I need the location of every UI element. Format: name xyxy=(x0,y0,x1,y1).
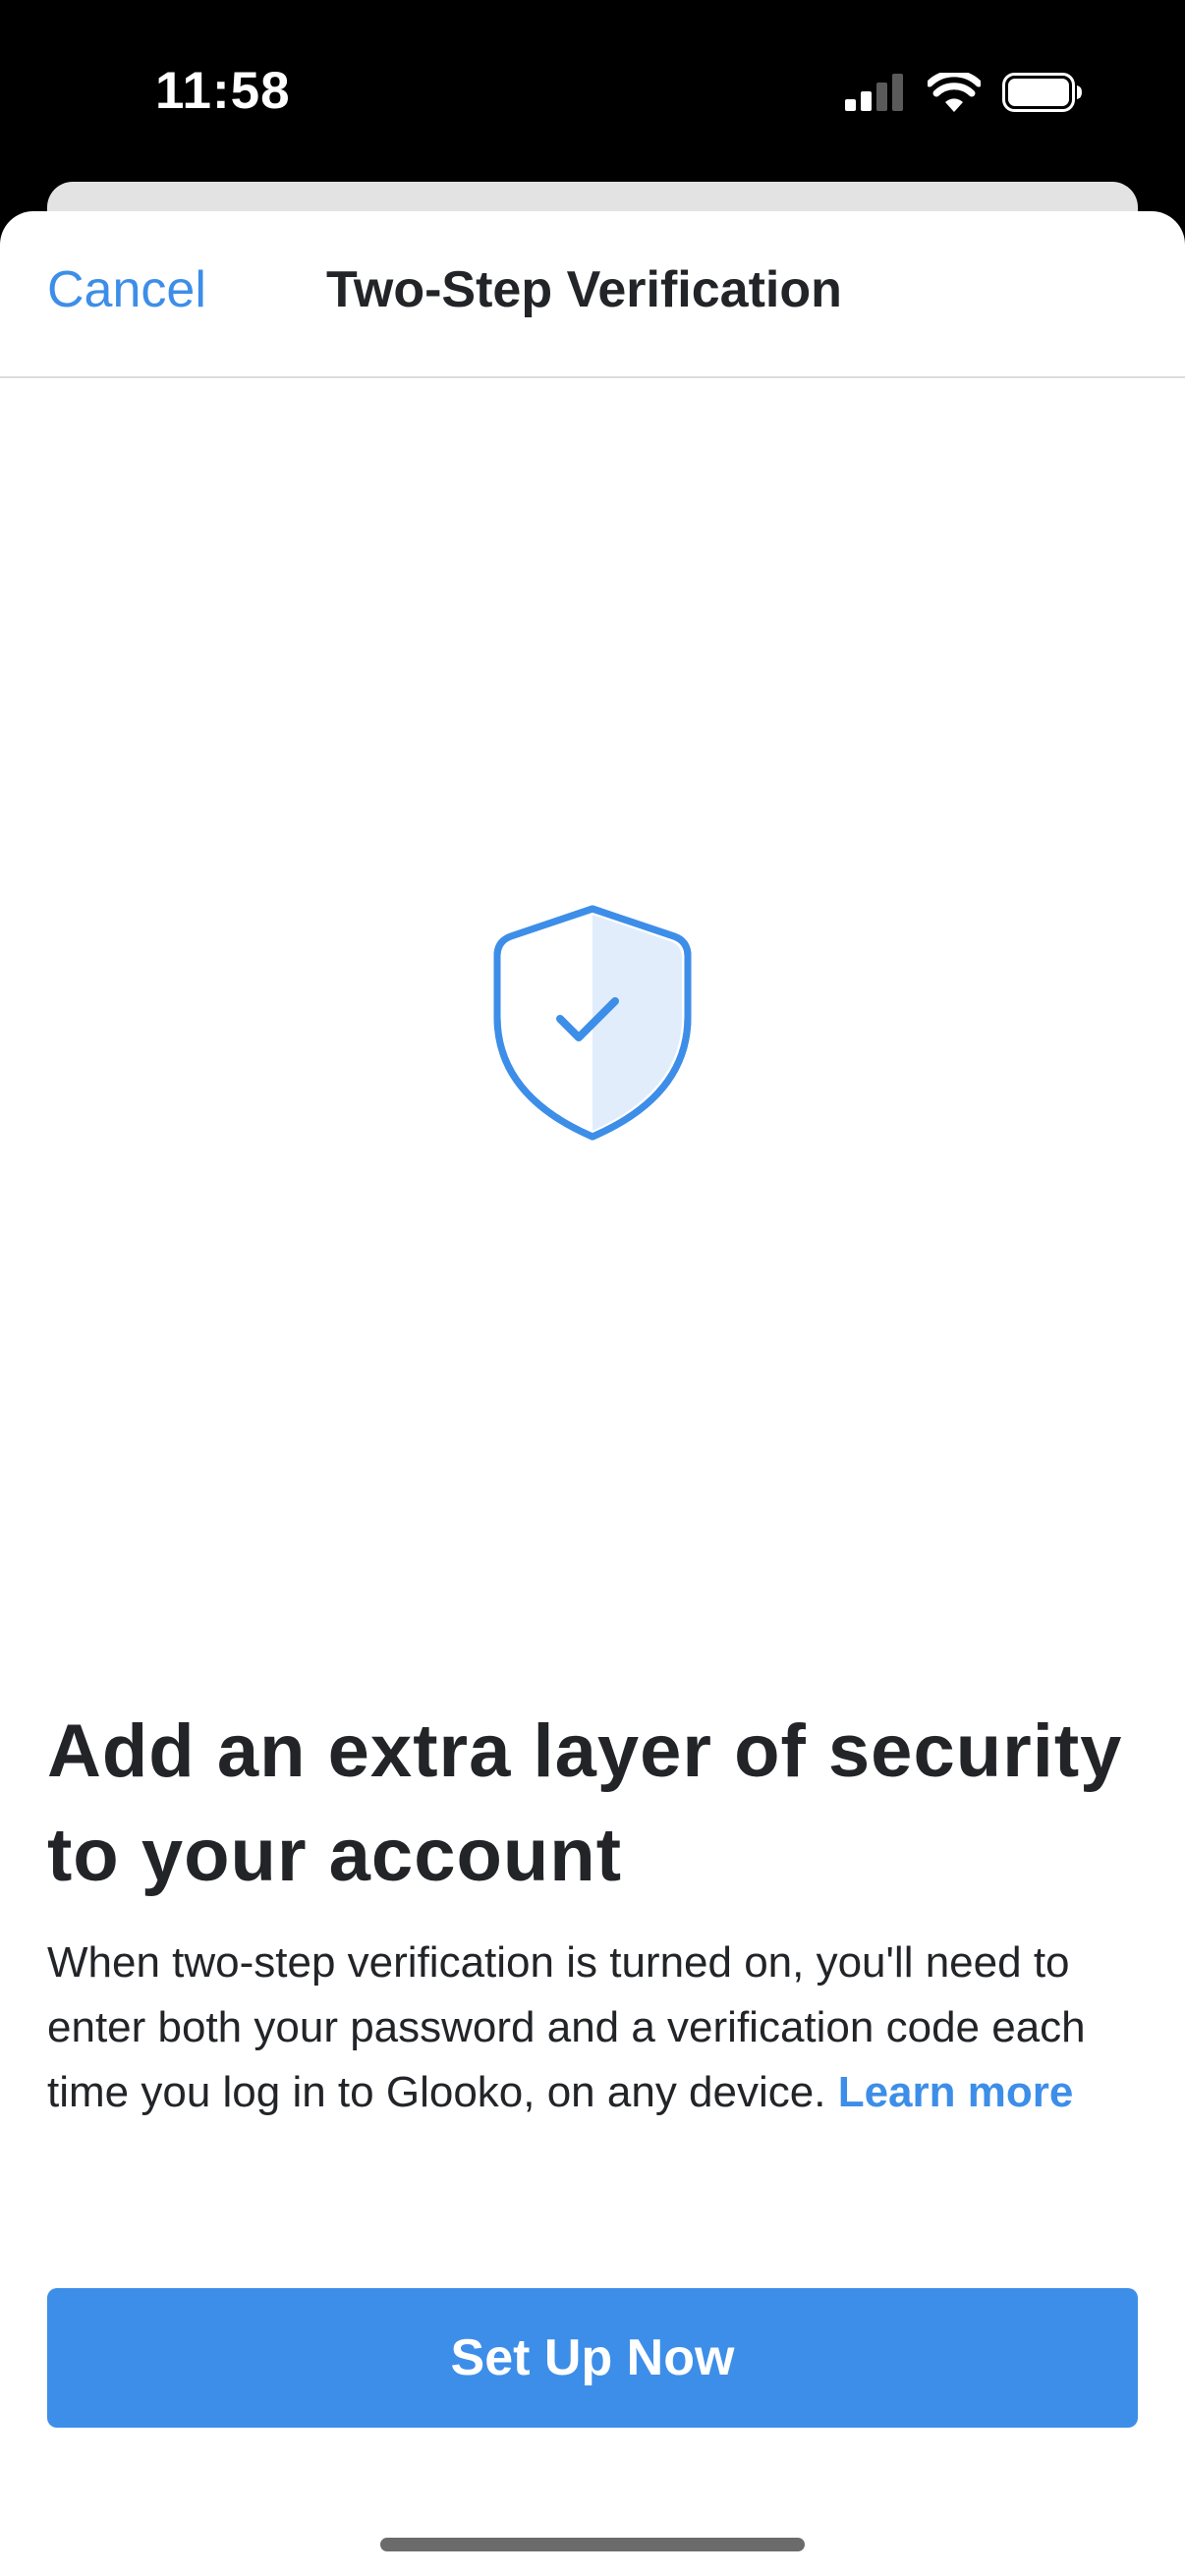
learn-more-link[interactable]: Learn more xyxy=(838,2068,1074,2116)
shield-check-icon xyxy=(493,905,692,1141)
nav-bar: Cancel Two-Step Verification xyxy=(0,211,1185,378)
description: When two-step verification is turned on,… xyxy=(47,1931,1138,2125)
cancel-button[interactable]: Cancel xyxy=(47,261,206,318)
status-time: 11:58 xyxy=(155,62,291,120)
modal-sheet: Cancel Two-Step Verification Add an extr… xyxy=(0,211,1185,2576)
screen: 11:58 Cancel Two-Step Verification Add a… xyxy=(0,0,1185,2576)
status-bar: 11:58 xyxy=(0,0,1185,182)
shield-illustration xyxy=(478,899,707,1145)
home-indicator xyxy=(380,2538,805,2551)
battery-icon xyxy=(1002,73,1082,112)
page-title: Two-Step Verification xyxy=(326,261,842,318)
wifi-icon xyxy=(928,73,981,112)
set-up-now-button[interactable]: Set Up Now xyxy=(47,2288,1138,2428)
headline: Add an extra layer of security to your a… xyxy=(47,1709,1123,1897)
status-icons xyxy=(845,73,1083,112)
cellular-signal-icon xyxy=(845,74,903,111)
